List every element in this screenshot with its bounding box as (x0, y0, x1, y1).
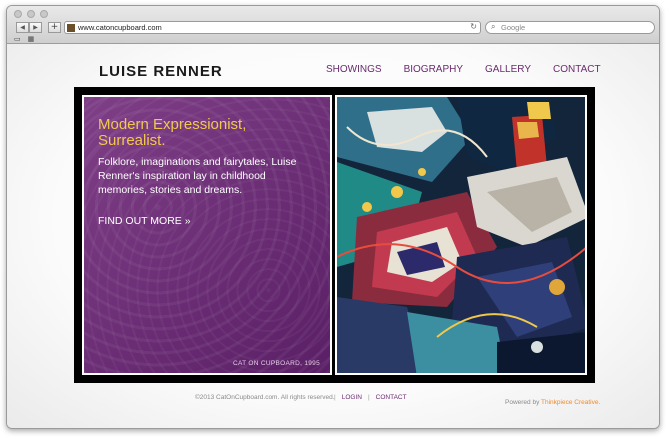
site-logo[interactable]: LUISE RENNER (99, 63, 223, 80)
footer-contact-link[interactable]: CONTACT (376, 394, 407, 401)
footer-links: | LOGIN | CONTACT (334, 394, 407, 401)
reader-icon[interactable]: ▭ (14, 36, 21, 43)
address-bar[interactable]: www.catoncupboard.com ↻ (64, 21, 481, 34)
zoom-window-icon[interactable] (40, 10, 48, 18)
footer-separator: | (367, 394, 370, 401)
artwork-caption: CAT ON CUPBOARD, 1995 (233, 360, 320, 367)
footer-login-link[interactable]: LOGIN (342, 394, 362, 401)
hero-text-panel: Modern Expressionist, Surrealist. Folklo… (82, 95, 332, 375)
close-window-icon[interactable] (14, 10, 22, 18)
browser-toolbar: ◀ ▶ + www.catoncupboard.com ↻ ⌕ Google ▭… (7, 6, 659, 44)
search-field[interactable]: ⌕ Google (485, 21, 655, 34)
find-out-more-link[interactable]: FIND OUT MORE » (98, 215, 191, 227)
history-buttons: ◀ ▶ (16, 22, 42, 33)
add-bookmark-button[interactable]: + (48, 22, 61, 33)
hero-headline: Modern Expressionist, Surrealist. (98, 116, 247, 149)
back-button[interactable]: ◀ (16, 22, 29, 33)
favicon-icon (67, 24, 75, 32)
top-sites-grid-icon[interactable]: ▦ (28, 36, 35, 43)
thinkpiece-creative-link[interactable]: Thinkpiece Creative. (541, 399, 600, 406)
bookmarks-bar: ▭ ▦ (14, 36, 34, 43)
featured-painting (335, 95, 587, 375)
nav-gallery[interactable]: GALLERY (485, 64, 531, 75)
painting-artwork (337, 97, 585, 373)
browser-window: ◀ ▶ + www.catoncupboard.com ↻ ⌕ Google ▭… (6, 5, 660, 429)
footer-separator: | (334, 394, 336, 401)
nav-showings[interactable]: SHOWINGS (326, 64, 382, 75)
footer-powered-by: Powered by Thinkpiece Creative. (505, 399, 600, 406)
powered-by-label: Powered by (505, 399, 542, 406)
search-placeholder[interactable]: Google (501, 23, 525, 32)
search-icon: ⌕ (491, 22, 496, 31)
hero-description: Folklore, imaginations and fairytales, L… (98, 156, 297, 196)
hero-slideshow: Modern Expressionist, Surrealist. Folklo… (74, 87, 595, 383)
footer-copyright: ©2013 CatOnCupboard.com. All rights rese… (195, 394, 335, 401)
page-viewport: LUISE RENNER SHOWINGS BIOGRAPHY GALLERY … (7, 44, 659, 428)
forward-button[interactable]: ▶ (29, 22, 42, 33)
minimize-window-icon[interactable] (27, 10, 35, 18)
address-bar-url[interactable]: www.catoncupboard.com (78, 23, 162, 32)
main-nav: SHOWINGS BIOGRAPHY GALLERY CONTACT (326, 64, 623, 75)
reload-icon[interactable]: ↻ (470, 22, 477, 31)
nav-contact[interactable]: CONTACT (553, 64, 601, 75)
window-controls (14, 10, 48, 18)
nav-biography[interactable]: BIOGRAPHY (404, 64, 463, 75)
